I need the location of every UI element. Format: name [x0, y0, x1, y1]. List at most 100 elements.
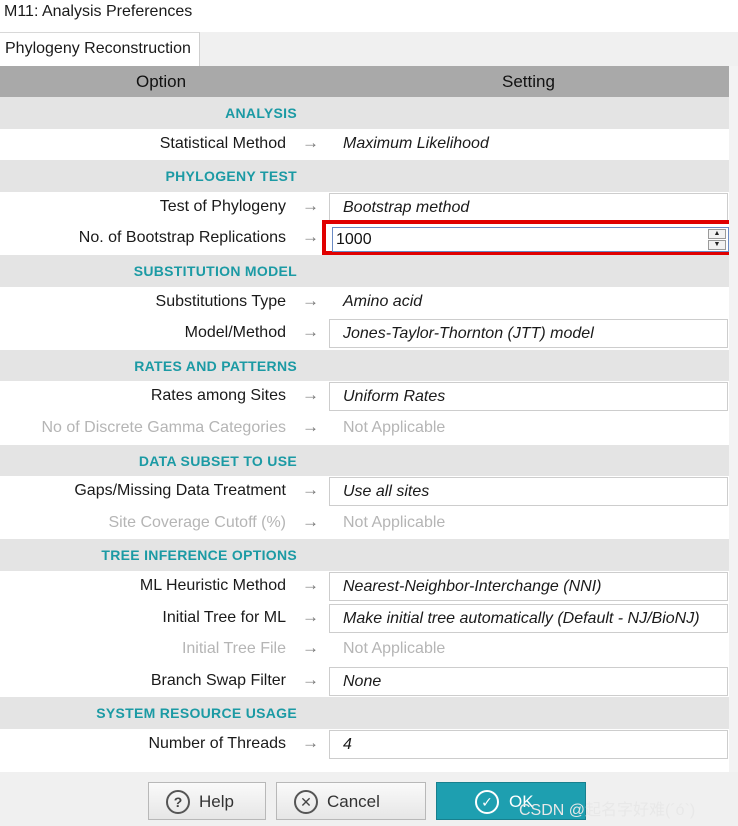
right-arrow-icon: →	[302, 575, 319, 594]
section-header: ANALYSIS	[0, 97, 729, 129]
option-row: Branch Swap Filter → None	[0, 666, 729, 698]
setting-value: Maximum Likelihood	[343, 134, 489, 152]
setting-value: Jones-Taylor-Thornton (JTT) model	[343, 325, 594, 343]
option-label: Initial Tree File	[181, 640, 286, 658]
option-row: ML Heuristic Method → Nearest-Neighbor-Int…	[0, 571, 729, 603]
setting-value: Use all sites	[343, 483, 430, 501]
option-row: Number of Threads → 4	[0, 729, 729, 761]
option-row: Gaps/Missing Data Treatment → Use all site…	[0, 476, 729, 508]
setting-value: Nearest-Neighbor-Interchange (NNI)	[343, 578, 602, 595]
setting-dropdown[interactable]: Jones-Taylor-Thornton (JTT) model	[329, 319, 728, 349]
section-label: SUBSTITUTION MODEL	[133, 263, 297, 279]
right-arrow-icon: →	[302, 195, 319, 215]
right-arrow-icon: →	[302, 417, 319, 436]
setting-value: 4	[343, 736, 352, 753]
option-label: Number of Threads	[148, 735, 286, 752]
right-arrow-icon: →	[302, 227, 319, 247]
tab-strip: Phylogeny Reconstruction	[0, 32, 738, 66]
title-bar: M11: Analysis Preferences	[0, 0, 738, 24]
help-button[interactable]: ? Help	[148, 782, 266, 820]
right-arrow-icon: →	[302, 669, 319, 689]
setting-value: Not Applicable	[343, 640, 446, 658]
preferences-grid: Option Setting ANALYSIS Statistical Metho…	[0, 66, 738, 772]
setting-value: None	[343, 672, 382, 690]
option-row: Initial Tree for ML → Make initial tree au…	[0, 603, 729, 635]
bootstrap-replications-spinner[interactable]: 1000 ▲ ▼	[332, 227, 729, 253]
section-label: ANALYSIS	[225, 105, 297, 121]
setting-value: Not Applicable	[343, 419, 446, 436]
section-label: SYSTEM RESOURCE USAGE	[96, 705, 297, 722]
section-header: TREE INFERENCE OPTIONS	[0, 539, 729, 571]
section-header: SUBSTITUTION MODEL	[0, 255, 729, 287]
setting-dropdown[interactable]: Make initial tree automatically (Default…	[329, 603, 728, 633]
setting-value: Make initial tree automatically (Default…	[343, 609, 700, 627]
option-row: Site Coverage Cutoff (%) → Not Applicable	[0, 508, 729, 540]
spinner-buttons: ▲ ▼	[708, 229, 726, 251]
setting-dropdown[interactable]: Use all sites	[329, 477, 728, 507]
setting-dropdown[interactable]: Bootstrap method	[329, 192, 728, 222]
section-header: DATA SUBSET TO USE	[0, 444, 729, 477]
option-label: Branch Swap Filter	[150, 671, 286, 689]
option-row: No. of Bootstrap Replications → 1000 ▲ ▼	[0, 220, 737, 256]
spin-up-button[interactable]: ▲	[708, 229, 726, 240]
option-row: Model/Method → Jones-Taylor-Thornton (JTT)…	[0, 318, 729, 350]
tab-phylogeny-reconstruction[interactable]: Phylogeny Reconstruction	[0, 32, 200, 66]
option-row: Substitutions Type → Amino acid	[0, 287, 729, 319]
setting-dropdown[interactable]: 4	[329, 730, 728, 759]
option-row: Statistical Method → Maximum Likelihood	[0, 129, 729, 161]
setting-dropdown[interactable]: Nearest-Neighbor-Interchange (NNI)	[329, 572, 728, 601]
option-label: ML Heuristic Method	[139, 577, 286, 594]
window-title: M11: Analysis Preferences	[4, 3, 193, 20]
question-circle-icon: ?	[166, 790, 190, 814]
option-label: Test of Phylogeny	[159, 197, 286, 215]
setting-dropdown[interactable]: Uniform Rates	[329, 382, 728, 412]
setting-column-header: Setting	[502, 72, 555, 91]
option-row: Rates among Sites → Uniform Rates	[0, 381, 729, 413]
option-row: Initial Tree File → Not Applicable	[0, 634, 729, 666]
option-label: Site Coverage Cutoff (%)	[108, 513, 286, 531]
right-arrow-icon: →	[302, 322, 319, 342]
spinner-value[interactable]: 1000	[336, 231, 372, 249]
help-label: Help	[199, 792, 234, 811]
option-column-header: Option	[136, 72, 187, 91]
cancel-label: Cancel	[327, 792, 380, 811]
option-label: Initial Tree for ML	[162, 608, 286, 626]
check-circle-icon: ✓	[475, 790, 499, 814]
x-circle-icon: ✕	[294, 790, 318, 814]
right-arrow-icon: →	[302, 290, 319, 310]
setting-value: Uniform Rates	[343, 388, 446, 406]
section-label: PHYLOGENY TEST	[165, 168, 297, 185]
setting-value: Bootstrap method	[343, 198, 470, 216]
right-arrow-icon: →	[302, 132, 319, 152]
option-label: Substitutions Type	[155, 292, 286, 310]
section-header: PHYLOGENY TEST	[0, 160, 729, 192]
right-arrow-icon: →	[302, 638, 319, 658]
section-header: RATES AND PATTERNS	[0, 349, 729, 382]
right-arrow-icon: →	[302, 385, 319, 405]
vertical-scrollbar[interactable]	[729, 66, 738, 772]
option-label: No of Discrete Gamma Categories	[41, 419, 286, 436]
right-arrow-icon: →	[302, 511, 319, 531]
spin-down-button[interactable]: ▼	[708, 240, 726, 251]
cancel-button[interactable]: ✕ Cancel	[276, 782, 426, 820]
right-arrow-icon: →	[302, 606, 319, 626]
option-label: Statistical Method	[159, 134, 286, 152]
option-label: Gaps/Missing Data Treatment	[74, 482, 286, 500]
grid-header: Option Setting	[0, 66, 729, 97]
watermark: CSDN @起名字好难(´ó`)	[519, 802, 696, 819]
section-label: RATES AND PATTERNS	[134, 357, 297, 374]
section-label: DATA SUBSET TO USE	[138, 452, 297, 469]
option-label: No. of Bootstrap Replications	[78, 229, 286, 247]
option-row: Test of Phylogeny → Bootstrap method	[0, 192, 729, 224]
dialog-footer: ? Help ✕ Cancel ✓ OK CSDN @起名字好难(´ó`)	[0, 772, 738, 826]
setting-dropdown[interactable]: None	[329, 666, 728, 696]
option-label: Rates among Sites	[150, 387, 286, 405]
section-header: SYSTEM RESOURCE USAGE	[0, 697, 729, 729]
option-row: No of Discrete Gamma Categories → Not Appl…	[0, 413, 729, 445]
setting-value: Not Applicable	[343, 513, 446, 531]
option-label: Model/Method	[184, 324, 286, 342]
right-arrow-icon: →	[302, 733, 319, 752]
right-arrow-icon: →	[302, 480, 319, 500]
section-label: TREE INFERENCE OPTIONS	[101, 547, 297, 564]
highlight-box: 1000 ▲ ▼	[322, 220, 737, 256]
